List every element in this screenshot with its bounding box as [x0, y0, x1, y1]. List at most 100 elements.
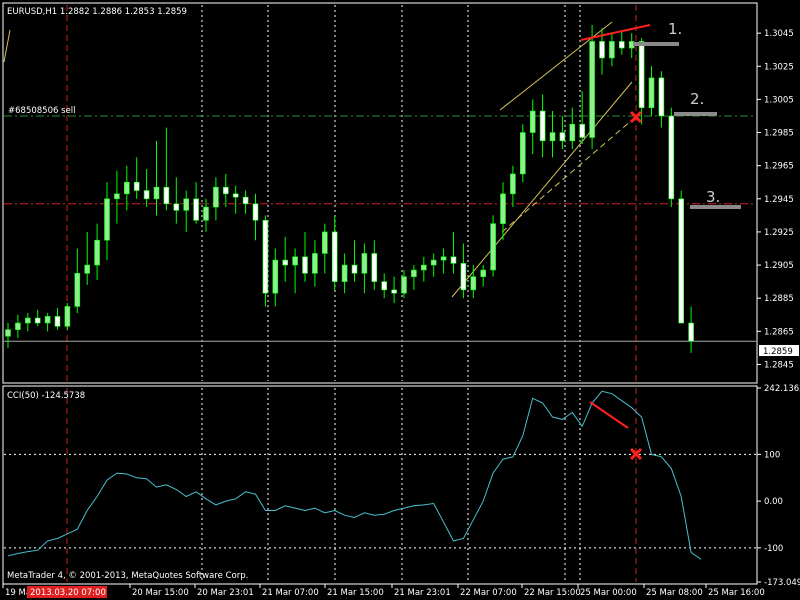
candle-body[interactable] [510, 173, 516, 195]
candle-body[interactable] [609, 41, 615, 59]
candle-body[interactable] [104, 198, 110, 241]
candle-body[interactable] [401, 276, 407, 294]
candle-body[interactable] [203, 206, 209, 221]
candle-body[interactable] [361, 253, 368, 274]
candle-body[interactable] [618, 41, 625, 49]
candle-body[interactable] [490, 223, 496, 271]
candle-body[interactable] [74, 273, 81, 307]
candle-body[interactable] [549, 132, 556, 142]
candle-body[interactable] [539, 110, 546, 142]
y-tick-label: 1.3045 [764, 29, 794, 39]
candle-body[interactable] [15, 322, 21, 330]
candle-body[interactable] [64, 306, 71, 327]
x-tick-label: 22 Mar 15:00 [524, 588, 581, 598]
cci-line[interactable] [7, 390, 702, 560]
candle-body[interactable] [44, 316, 51, 324]
candle-body[interactable] [331, 231, 338, 282]
cci-tick-label: -173.049 [764, 578, 800, 588]
candle-body[interactable] [450, 256, 457, 264]
candle-body[interactable] [133, 181, 140, 191]
candle-body[interactable] [252, 203, 259, 221]
candle-body[interactable] [143, 190, 150, 200]
candle-body[interactable] [163, 186, 170, 205]
candle-body[interactable] [321, 231, 328, 254]
cci-indicator[interactable] [7, 390, 702, 560]
x-tick-label: 21 Mar 23:01 [394, 588, 451, 598]
y-tick-label: 1.3025 [764, 62, 794, 72]
candles[interactable] [5, 24, 694, 353]
candle-body[interactable] [262, 220, 269, 294]
y-tick-label: 1.2885 [764, 294, 794, 304]
y-tick-label: 1.2925 [764, 228, 794, 238]
candle-body[interactable] [519, 132, 526, 175]
candle-body[interactable] [371, 253, 378, 282]
x-axis-ticks: 19 Mar 201320 Mar 15:0020 Mar 23:0121 Ma… [2, 584, 765, 598]
candle-body[interactable] [599, 41, 605, 59]
x-tick-label: 25 Mar 08:00 [646, 588, 703, 598]
candle-body[interactable] [282, 259, 289, 266]
candle-body[interactable] [589, 41, 595, 138]
divergence-line-cci[interactable] [589, 401, 629, 429]
candle-body[interactable] [302, 256, 308, 274]
chart-svg: 1.3045 1.3025 1.3005 1.2985 1.2965 1.2945 1.29… [2, 2, 800, 598]
annotation-1: 1. [668, 20, 682, 38]
candle-body[interactable] [648, 77, 655, 108]
candle-body[interactable] [668, 115, 675, 200]
x-tick-label: 20 Mar 15:00 [132, 588, 189, 598]
candle-body[interactable] [480, 269, 487, 277]
candle-body[interactable] [460, 263, 467, 291]
candle-body[interactable] [688, 322, 694, 342]
candle-body[interactable] [312, 253, 318, 274]
candle-body[interactable] [5, 329, 11, 337]
candle-body[interactable] [529, 110, 536, 133]
candle-body[interactable] [351, 264, 358, 274]
candle-body[interactable] [183, 198, 189, 211]
candle-body[interactable] [569, 123, 576, 142]
candle-body[interactable] [381, 281, 388, 291]
annotation-3: 3. [706, 188, 720, 206]
candle-body[interactable] [193, 198, 199, 221]
candle-body[interactable] [341, 264, 348, 282]
highlighted-time-label: 2013.03.20 07:00 [30, 588, 106, 598]
candle-body[interactable] [638, 41, 645, 108]
candle-body[interactable] [420, 264, 427, 271]
candle-body[interactable] [223, 186, 229, 195]
candle-body[interactable] [94, 239, 100, 266]
cci-tick-label: 100 [764, 450, 780, 460]
trend-line[interactable] [499, 21, 613, 111]
candle-body[interactable] [579, 123, 586, 138]
candle-body[interactable] [242, 196, 249, 205]
cci-tick-label: 0.00 [764, 497, 783, 507]
candle-body[interactable] [124, 181, 130, 195]
candle-body[interactable] [470, 276, 477, 291]
trend-line[interactable] [3, 29, 11, 63]
candle-body[interactable] [292, 256, 298, 266]
candle-body[interactable] [678, 198, 685, 324]
candle-body[interactable] [114, 193, 120, 200]
cci-tick-label: 242.1363 [764, 384, 800, 394]
candle-body[interactable] [500, 193, 506, 224]
candle-body[interactable] [34, 317, 41, 324]
y-tick-label: 1.2965 [764, 162, 794, 172]
candle-body[interactable] [391, 289, 397, 294]
candle-body[interactable] [54, 316, 61, 327]
candle-body[interactable] [24, 317, 31, 324]
cci-label: CCI(50) -124.5738 [7, 391, 85, 401]
candle-body[interactable] [440, 256, 447, 261]
candle-body[interactable] [559, 132, 566, 142]
candle-body[interactable] [430, 259, 437, 266]
current-price-label: 1.2859 [763, 347, 793, 357]
candle-body[interactable] [658, 77, 665, 117]
candle-body[interactable] [272, 259, 279, 294]
y-tick-label: 1.2845 [764, 360, 794, 370]
x-tick-label: 22 Mar 07:00 [460, 588, 517, 598]
candle-body[interactable] [153, 186, 160, 200]
symbol-label: EURUSD,H1 1.2882 1.2886 1.2853 1.2859 [7, 7, 187, 17]
y-tick-label: 1.2905 [764, 261, 794, 271]
candle-body[interactable] [232, 193, 239, 198]
candle-body[interactable] [411, 269, 417, 277]
candle-body[interactable] [173, 203, 180, 211]
candle-body[interactable] [213, 186, 219, 208]
candle-body[interactable] [84, 264, 90, 274]
divergence-line-price[interactable] [580, 24, 651, 41]
